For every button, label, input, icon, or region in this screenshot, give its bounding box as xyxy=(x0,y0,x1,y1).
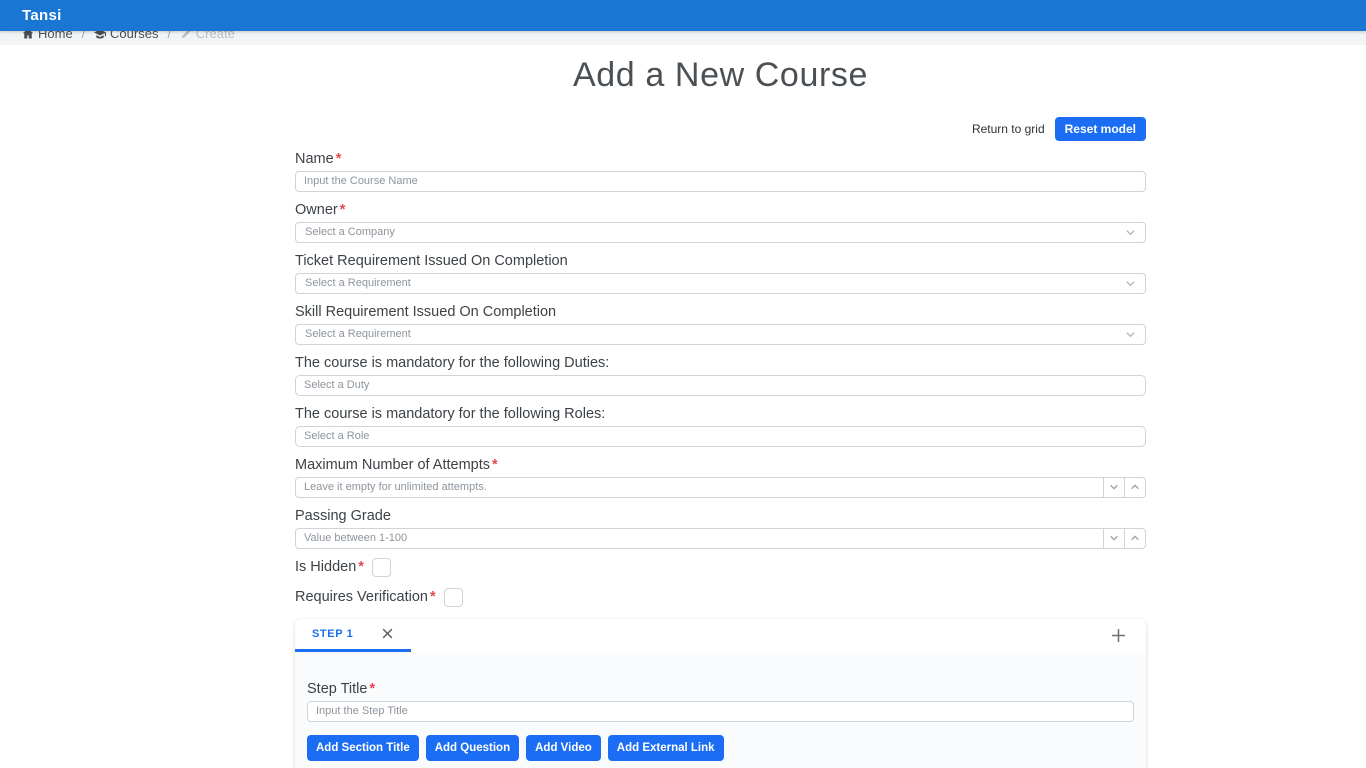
is-hidden-label: Is Hidden* xyxy=(295,560,364,575)
add-step-button[interactable] xyxy=(1107,624,1130,647)
step-body: Step Title* Add Section Title Add Questi… xyxy=(295,652,1146,768)
page-title: Add a New Course xyxy=(295,57,1146,94)
field-roles: The course is mandatory for the followin… xyxy=(295,407,1146,447)
add-section-title-button[interactable]: Add Section Title xyxy=(307,735,419,761)
select-placeholder: Select a Company xyxy=(305,226,395,238)
brand-title[interactable]: Tansi xyxy=(22,7,62,24)
passing-grade-input[interactable] xyxy=(295,528,1104,549)
required-marker: * xyxy=(358,559,364,575)
add-question-button[interactable]: Add Question xyxy=(426,735,519,761)
step-title-input[interactable] xyxy=(307,701,1134,722)
name-label: Name* xyxy=(295,152,1146,167)
required-marker: * xyxy=(336,151,342,167)
duties-label: The course is mandatory for the followin… xyxy=(295,356,1146,371)
return-to-grid-link[interactable]: Return to grid xyxy=(972,122,1045,136)
chevron-up-icon xyxy=(1130,533,1140,543)
label-text: Name xyxy=(295,151,334,167)
required-marker: * xyxy=(430,589,436,605)
owner-select[interactable]: Select a Company xyxy=(295,222,1146,243)
required-marker: * xyxy=(492,457,498,473)
owner-label: Owner* xyxy=(295,203,1146,218)
step-title-label: Step Title* xyxy=(307,682,1134,697)
field-name: Name* xyxy=(295,152,1146,192)
skill-requirement-label: Skill Requirement Issued On Completion xyxy=(295,305,1146,320)
field-requires-verification: Requires Verification* xyxy=(295,588,1146,607)
page: Tansi Home / Courses / Create Add a New … xyxy=(0,0,1366,768)
label-text: Is Hidden xyxy=(295,559,356,575)
requires-verification-checkbox[interactable] xyxy=(444,588,463,607)
header-actions: Return to grid Reset model xyxy=(295,117,1146,141)
courses-icon xyxy=(94,31,106,40)
course-name-input[interactable] xyxy=(295,171,1146,192)
chevron-down-icon xyxy=(1125,278,1136,289)
required-marker: * xyxy=(340,202,346,218)
max-attempts-input[interactable] xyxy=(295,477,1104,498)
label-text: Maximum Number of Attempts xyxy=(295,457,490,473)
top-navbar: Tansi xyxy=(0,0,1366,31)
breadcrumb-label: Create xyxy=(196,31,235,44)
passing-grade-label: Passing Grade xyxy=(295,509,1146,524)
field-is-hidden: Is Hidden* xyxy=(295,558,1146,577)
label-text: Step Title xyxy=(307,681,367,697)
ticket-requirement-select[interactable]: Select a Requirement xyxy=(295,273,1146,294)
breadcrumb-item-home[interactable]: Home xyxy=(22,31,73,44)
chevron-down-icon xyxy=(1125,227,1136,238)
label-text: Owner xyxy=(295,202,338,218)
field-passing-grade: Passing Grade xyxy=(295,509,1146,549)
breadcrumb-item-courses[interactable]: Courses xyxy=(94,31,158,44)
stepper-down-button[interactable] xyxy=(1103,528,1125,549)
duties-select-input[interactable] xyxy=(295,375,1146,396)
required-marker: * xyxy=(369,681,375,697)
ticket-requirement-label: Ticket Requirement Issued On Completion xyxy=(295,254,1146,269)
step-tabbar: STEP 1 xyxy=(295,619,1146,652)
reset-model-button[interactable]: Reset model xyxy=(1055,117,1146,141)
breadcrumb-label: Courses xyxy=(110,31,158,44)
breadcrumb: Home / Courses / Create xyxy=(0,31,1366,45)
roles-label: The course is mandatory for the followin… xyxy=(295,407,1146,422)
step-actions: Add Section Title Add Question Add Video… xyxy=(307,735,1134,761)
pencil-icon xyxy=(180,31,192,40)
add-external-link-button[interactable]: Add External Link xyxy=(608,735,724,761)
field-duties: The course is mandatory for the followin… xyxy=(295,356,1146,396)
main-content: Add a New Course Return to grid Reset mo… xyxy=(295,57,1146,768)
select-placeholder: Select a Requirement xyxy=(305,328,411,340)
chevron-up-icon xyxy=(1130,482,1140,492)
stepper-up-button[interactable] xyxy=(1124,528,1146,549)
label-text: The course is mandatory for the followin… xyxy=(295,406,605,422)
max-attempts-stepper xyxy=(295,477,1146,498)
stepper-up-button[interactable] xyxy=(1124,477,1146,498)
breadcrumb-item-create: Create xyxy=(180,31,235,44)
stepper-down-button[interactable] xyxy=(1103,477,1125,498)
breadcrumb-label: Home xyxy=(38,31,73,44)
skill-requirement-select[interactable]: Select a Requirement xyxy=(295,324,1146,345)
label-text: Skill Requirement Issued On Completion xyxy=(295,304,556,320)
label-text: Requires Verification xyxy=(295,589,428,605)
max-attempts-label: Maximum Number of Attempts* xyxy=(295,458,1146,473)
field-owner: Owner* Select a Company xyxy=(295,203,1146,243)
field-skill-requirement: Skill Requirement Issued On Completion S… xyxy=(295,305,1146,345)
home-icon xyxy=(22,31,34,40)
tab-label: STEP 1 xyxy=(312,628,353,640)
tab-step-1[interactable]: STEP 1 xyxy=(295,619,411,652)
step-card: STEP 1 Step Title* Add Section Title Add… xyxy=(295,619,1146,768)
passing-grade-stepper xyxy=(295,528,1146,549)
breadcrumb-separator: / xyxy=(167,31,170,44)
requires-verification-label: Requires Verification* xyxy=(295,590,436,605)
breadcrumb-separator: / xyxy=(82,31,85,44)
label-text: Passing Grade xyxy=(295,508,391,524)
plus-icon xyxy=(1111,628,1126,643)
chevron-down-icon xyxy=(1109,533,1119,543)
chevron-down-icon xyxy=(1125,329,1136,340)
label-text: The course is mandatory for the followin… xyxy=(295,355,609,371)
close-icon[interactable] xyxy=(381,627,394,640)
chevron-down-icon xyxy=(1109,482,1119,492)
is-hidden-checkbox[interactable] xyxy=(372,558,391,577)
field-max-attempts: Maximum Number of Attempts* xyxy=(295,458,1146,498)
select-placeholder: Select a Requirement xyxy=(305,277,411,289)
field-ticket-requirement: Ticket Requirement Issued On Completion … xyxy=(295,254,1146,294)
roles-select-input[interactable] xyxy=(295,426,1146,447)
label-text: Ticket Requirement Issued On Completion xyxy=(295,253,568,269)
add-video-button[interactable]: Add Video xyxy=(526,735,601,761)
